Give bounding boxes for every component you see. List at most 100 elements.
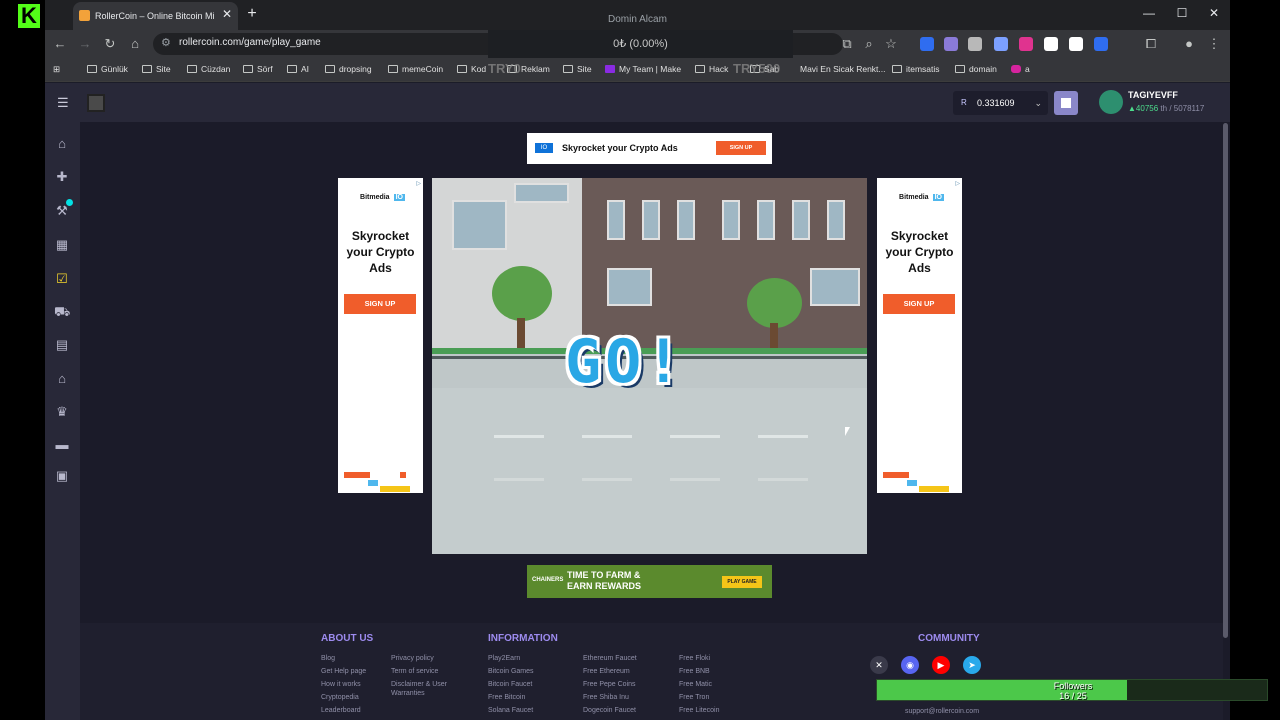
bookmark-folder[interactable]: itemsatis bbox=[892, 64, 940, 74]
rack-icon[interactable]: ▬ bbox=[54, 437, 70, 453]
footer-link[interactable]: Free Shiba Inu bbox=[583, 693, 629, 702]
minimize-icon[interactable]: — bbox=[1139, 6, 1159, 20]
profile-icon[interactable]: ● bbox=[1180, 35, 1198, 53]
bookmark-folder[interactable]: Site bbox=[142, 64, 171, 74]
balance-selector[interactable]: R 0.331609 ⌄ bbox=[953, 91, 1048, 115]
footer-link[interactable]: Free Litecoin bbox=[679, 706, 719, 715]
trophy-icon[interactable]: ♛ bbox=[54, 404, 70, 420]
footer-link[interactable]: Free Tron bbox=[679, 693, 709, 702]
footer: ABOUT US Blog Get Help page How it works… bbox=[80, 623, 1223, 720]
rollercoin-logo[interactable] bbox=[87, 94, 105, 112]
bookmark-folder[interactable]: Kod bbox=[457, 64, 486, 74]
scrollbar[interactable] bbox=[1223, 123, 1228, 638]
footer-link[interactable]: Disclaimer & User Warranties bbox=[391, 680, 461, 698]
x-twitter-icon[interactable]: ✕ bbox=[870, 656, 888, 674]
hamburger-menu-icon[interactable]: ☰ bbox=[57, 95, 69, 111]
site-info-icon[interactable]: ⚙ bbox=[161, 36, 171, 49]
bookmark-link[interactable]: Mavi En Sicak Renkt... bbox=[800, 64, 886, 74]
extension-icon[interactable] bbox=[1094, 37, 1108, 51]
back-icon[interactable]: ← bbox=[51, 35, 69, 53]
bookmark-folder[interactable]: Site bbox=[563, 64, 592, 74]
ad-info-icon[interactable]: ▷ bbox=[416, 180, 421, 187]
ad-signup-button[interactable]: SIGN UP bbox=[716, 141, 766, 155]
ad-side-left[interactable]: ▷ Bitmedia IO Skyrocket your Crypto Ads S… bbox=[338, 178, 423, 493]
extension-icon[interactable] bbox=[1019, 37, 1033, 51]
wallet-button[interactable] bbox=[1054, 91, 1078, 115]
game-canvas[interactable]: GO! bbox=[432, 178, 867, 554]
bookmark-folder[interactable]: Sörf bbox=[243, 64, 273, 74]
telegram-icon[interactable]: ➤ bbox=[963, 656, 981, 674]
bookmark-instagram[interactable]: a bbox=[1011, 64, 1030, 74]
bookmark-star-icon[interactable]: ☆ bbox=[882, 35, 900, 53]
tab-rollercoin[interactable]: RollerCoin – Online Bitcoin Mi bbox=[73, 2, 238, 30]
extension-icon[interactable] bbox=[994, 37, 1008, 51]
bookmark-folder[interactable]: Hack bbox=[695, 64, 728, 74]
bookmark-folder[interactable]: domain bbox=[955, 64, 997, 74]
building-window bbox=[607, 268, 652, 306]
footer-link[interactable]: Solana Faucet bbox=[488, 706, 533, 715]
footer-link[interactable]: Free Matic bbox=[679, 680, 712, 689]
apps-grid-icon[interactable]: ⊞ bbox=[53, 64, 60, 75]
youtube-icon[interactable]: ▶ bbox=[932, 656, 950, 674]
footer-link[interactable]: Blog bbox=[321, 654, 335, 663]
support-email[interactable]: support@rollercoin.com bbox=[905, 707, 979, 716]
ad-play-button[interactable]: PLAY GAME bbox=[722, 576, 762, 588]
extension-icon[interactable] bbox=[944, 37, 958, 51]
discord-icon[interactable]: ◉ bbox=[901, 656, 919, 674]
rollercoin-page: ☰ R 0.331609 ⌄ TAGIYEVFF ▲40756 th / 507… bbox=[45, 83, 1230, 720]
footer-link[interactable]: Free Floki bbox=[679, 654, 710, 663]
footer-link[interactable]: Bitcoin Games bbox=[488, 667, 534, 676]
menu-kebab-icon[interactable]: ⋮ bbox=[1205, 35, 1223, 53]
bookmark-link[interactable]: My Team | Make bbox=[605, 64, 681, 74]
ad-info-icon[interactable]: ▷ bbox=[955, 180, 960, 187]
footer-link[interactable]: Term of service bbox=[391, 667, 438, 676]
footer-link[interactable]: Get Help page bbox=[321, 667, 366, 676]
cart-icon[interactable]: ⛟ bbox=[54, 304, 70, 320]
extensions-puzzle-icon[interactable]: ⧠ bbox=[1142, 35, 1160, 53]
extension-icon[interactable] bbox=[1069, 37, 1083, 51]
bookmark-folder[interactable]: memeCoin bbox=[388, 64, 443, 74]
footer-link[interactable]: Bitcoin Faucet bbox=[488, 680, 532, 689]
close-tab-icon[interactable]: ✕ bbox=[218, 2, 236, 26]
bookmark-folder[interactable]: Günlük bbox=[87, 64, 128, 74]
tasks-icon[interactable]: ☑ bbox=[54, 271, 70, 287]
forward-icon[interactable]: → bbox=[76, 35, 94, 53]
bookmark-folder[interactable]: AI bbox=[287, 64, 309, 74]
ad-signup-button[interactable]: SIGN UP bbox=[883, 294, 955, 314]
calendar-icon[interactable]: ▦ bbox=[54, 237, 70, 253]
username[interactable]: TAGIYEVFF bbox=[1128, 90, 1178, 100]
user-avatar[interactable] bbox=[1099, 90, 1123, 114]
footer-link[interactable]: Free BNB bbox=[679, 667, 710, 676]
marketplace-icon[interactable]: ▤ bbox=[54, 337, 70, 353]
footer-link[interactable]: Free Pepe Coins bbox=[583, 680, 636, 689]
install-icon[interactable]: ⧉ bbox=[838, 35, 856, 53]
footer-link[interactable]: How it works bbox=[321, 680, 361, 689]
ad-banner-bottom[interactable]: CHAINERS TIME TO FARM & EARN REWARDS PLA… bbox=[527, 565, 772, 598]
footer-link[interactable]: Privacy policy bbox=[391, 654, 434, 663]
close-window-icon[interactable]: ✕ bbox=[1204, 6, 1224, 20]
bookmark-folder[interactable]: dropsing bbox=[325, 64, 372, 74]
ad-signup-button[interactable]: SIGN UP bbox=[344, 294, 416, 314]
footer-link[interactable]: Cryptopedia bbox=[321, 693, 359, 702]
footer-link[interactable]: Ethereum Faucet bbox=[583, 654, 637, 663]
gamepad-icon[interactable]: ✚ bbox=[54, 169, 70, 185]
home-icon[interactable]: ⌂ bbox=[54, 136, 70, 152]
new-tab-icon[interactable]: + bbox=[241, 3, 263, 25]
zoom-icon[interactable]: ⌕ bbox=[860, 35, 878, 53]
footer-link[interactable]: Leaderboard bbox=[321, 706, 361, 715]
ad-banner-top[interactable]: IO Skyrocket your Crypto Ads SIGN UP bbox=[527, 133, 772, 164]
extension-icon[interactable] bbox=[968, 37, 982, 51]
extension-icon[interactable] bbox=[1044, 37, 1058, 51]
storage-icon[interactable]: ⌂ bbox=[54, 371, 70, 387]
home-icon[interactable]: ⌂ bbox=[126, 35, 144, 53]
extension-shield-icon[interactable] bbox=[920, 37, 934, 51]
footer-link[interactable]: Free Bitcoin bbox=[488, 693, 525, 702]
footer-link[interactable]: Play2Earn bbox=[488, 654, 520, 663]
footer-link[interactable]: Free Ethereum bbox=[583, 667, 630, 676]
ad-side-right[interactable]: ▷ Bitmedia IO Skyrocket your Crypto Ads S… bbox=[877, 178, 962, 493]
maximize-icon[interactable]: ☐ bbox=[1172, 6, 1192, 20]
reload-icon[interactable]: ↻ bbox=[101, 35, 119, 53]
wallet-icon[interactable]: ▣ bbox=[54, 468, 70, 484]
footer-link[interactable]: Dogecoin Faucet bbox=[583, 706, 636, 715]
bookmark-folder[interactable]: Cüzdan bbox=[187, 64, 230, 74]
